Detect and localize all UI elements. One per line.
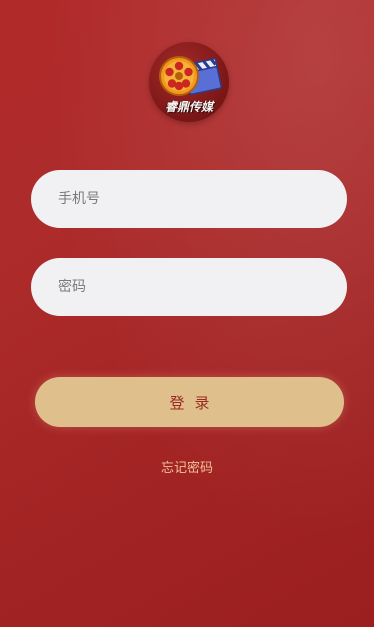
password-input[interactable]: [31, 258, 347, 316]
login-screen: 睿鼎传媒 登录 忘记密码: [0, 0, 374, 627]
phone-field[interactable]: [31, 170, 347, 228]
login-button[interactable]: 登录: [35, 377, 344, 427]
app-logo: 睿鼎传媒: [149, 42, 229, 122]
logo-text: 睿鼎传媒: [164, 100, 213, 114]
password-field[interactable]: [31, 258, 347, 316]
phone-input[interactable]: [31, 170, 347, 228]
forgot-password-link[interactable]: 忘记密码: [0, 457, 374, 476]
